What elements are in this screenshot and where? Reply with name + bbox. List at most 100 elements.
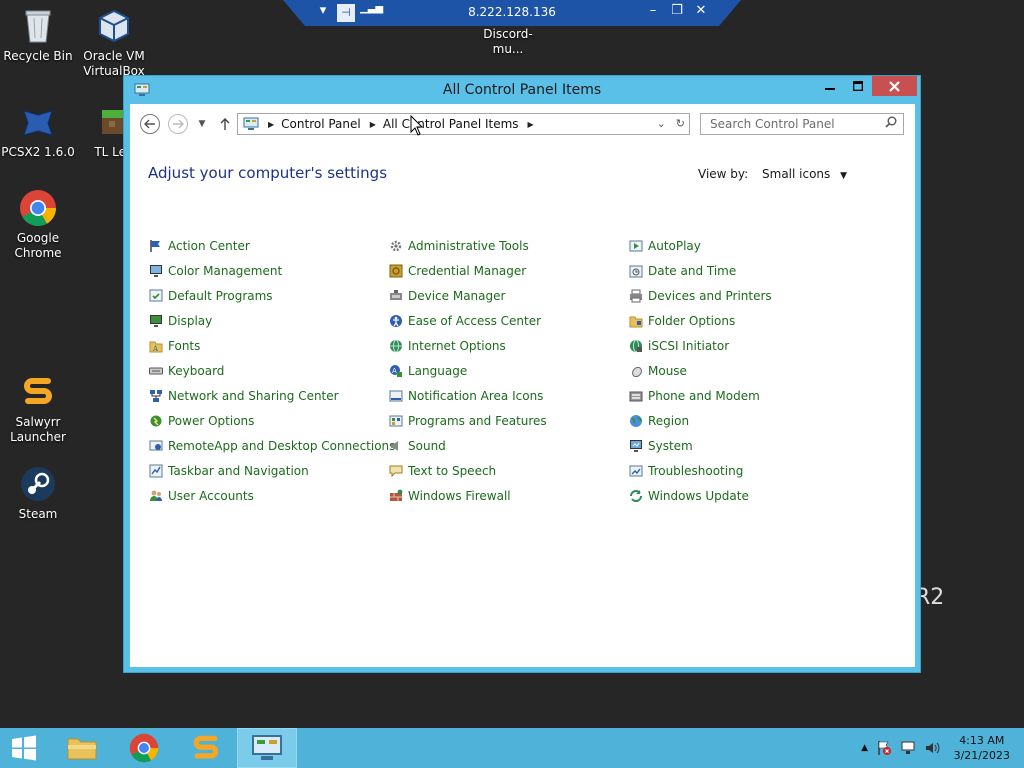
view-by-dropdown[interactable]: Small icons [762,167,830,181]
breadcrumb-separator-icon[interactable]: ▶ [528,120,534,129]
desktop-icon-chrome[interactable]: Google Chrome [0,188,76,261]
region-globe-icon [628,413,644,429]
cp-item-language[interactable]: A Language [388,358,547,383]
pcsx2-icon [18,102,58,142]
back-button[interactable] [140,114,160,134]
cp-item-system[interactable]: System [628,433,772,458]
recent-locations-dropdown[interactable]: ▼ [192,114,212,134]
network-status-icon[interactable] [900,740,916,759]
cp-item-text-to-speech[interactable]: Text to Speech [388,458,547,483]
cp-item-folder-options[interactable]: Folder Options [628,308,772,333]
desktop-icon-recycle-bin[interactable]: Recycle Bin [0,6,76,64]
cp-item-label: Internet Options [408,338,506,353]
desktop-icon-virtualbox[interactable]: Oracle VM VirtualBox [76,6,152,79]
cp-item-devices-printers[interactable]: Devices and Printers [628,283,772,308]
cp-item-programs-features[interactable]: Programs and Features [388,408,547,433]
taskbar-salwyrr[interactable] [176,728,236,768]
cp-item-label: Default Programs [168,288,273,303]
desktop-icon-steam[interactable]: Steam [0,464,76,522]
iscsi-globe-icon [628,338,644,354]
system-monitor-icon [628,438,644,454]
rdp-minimize-button[interactable]: – [644,3,662,18]
cp-item-label: User Accounts [168,488,254,503]
admin-tools-icon [388,238,404,254]
device-manager-icon [388,288,404,304]
cp-item-keyboard[interactable]: Keyboard [148,358,395,383]
up-button[interactable] [215,114,235,134]
desktop-icon-salwyrr[interactable]: Salwyrr Launcher [0,372,76,445]
cp-item-action-center[interactable]: Action Center [148,233,395,258]
cp-item-power-options[interactable]: Power Options [148,408,395,433]
forward-button[interactable] [168,114,188,134]
minimize-button[interactable] [816,76,843,96]
cp-item-label: AutoPlay [648,238,701,253]
cp-item-internet-options[interactable]: Internet Options [388,333,547,358]
cp-item-credential-manager[interactable]: Credential Manager [388,258,547,283]
close-button[interactable] [872,76,917,96]
cp-item-label: Folder Options [648,313,736,328]
cp-item-notification-icons[interactable]: Notification Area Icons [388,383,547,408]
cp-item-user-accounts[interactable]: User Accounts [148,483,395,508]
cp-item-display[interactable]: Display [148,308,395,333]
refresh-icon[interactable]: ↻ [676,117,685,130]
desktop-icon-pcsx2[interactable]: PCSX2 1.6.0 [0,102,76,160]
breadcrumb-control-panel[interactable]: Control Panel [281,117,361,131]
address-bar[interactable]: ▶ Control Panel ▶ All Control Panel Item… [237,113,690,135]
cp-item-date-time[interactable]: Date and Time [628,258,772,283]
cp-item-region[interactable]: Region [628,408,772,433]
cp-item-color-management[interactable]: Color Management [148,258,395,283]
window-titlebar[interactable]: All Control Panel Items [124,76,920,104]
cp-item-remoteapp[interactable]: RemoteApp and Desktop Connections [148,433,395,458]
taskbar-clock[interactable]: 4:13 AM 3/21/2023 [954,733,1010,763]
programs-icon [388,413,404,429]
address-history-dropdown-icon[interactable]: ⌄ [657,117,666,130]
cp-item-label: Devices and Printers [648,288,772,303]
maximize-button[interactable] [844,76,871,96]
cp-item-label: Keyboard [168,363,225,378]
breadcrumb-separator-icon[interactable]: ▶ [370,120,376,129]
cp-item-phone-modem[interactable]: Phone and Modem [628,383,772,408]
speech-bubble-icon [388,463,404,479]
cp-item-windows-update[interactable]: Windows Update [628,483,772,508]
cp-item-iscsi-initiator[interactable]: iSCSI Initiator [628,333,772,358]
breadcrumb-separator-icon[interactable]: ▶ [268,120,274,129]
chevron-down-icon[interactable]: ▼ [840,171,847,181]
desktop-icon-label: Google Chrome [14,231,62,260]
window-content: ▼ ▶ Control Panel ▶ All Control Panel It… [130,104,915,667]
taskbar-chrome[interactable] [114,728,174,768]
control-panel-icon [252,735,282,760]
taskbar-control-panel[interactable] [237,728,297,768]
rdp-restore-button[interactable]: ❐ [668,3,686,18]
search-input[interactable]: Search Control Panel [700,113,904,135]
cp-item-device-manager[interactable]: Device Manager [388,283,547,308]
volume-icon[interactable] [924,740,940,759]
cp-item-network-sharing[interactable]: Network and Sharing Center [148,383,395,408]
cp-item-label: Color Management [168,263,283,278]
rdp-connection-bar[interactable]: ▾ ⊣ ▁▃▅ 8.222.128.136 – ❐ ✕ [283,0,741,26]
cp-item-troubleshooting[interactable]: Troubleshooting [628,458,772,483]
cp-item-taskbar-navigation[interactable]: Taskbar and Navigation [148,458,395,483]
page-heading: Adjust your computer's settings [148,164,388,182]
salwyrr-icon [193,735,219,759]
rdp-close-button[interactable]: ✕ [692,3,710,18]
start-button[interactable] [0,728,48,768]
cp-item-administrative-tools[interactable]: Administrative Tools [388,233,547,258]
credential-vault-icon [388,263,404,279]
taskbar-file-explorer[interactable] [52,728,112,768]
cp-item-label: Network and Sharing Center [168,388,339,403]
cp-item-ease-of-access[interactable]: Ease of Access Center [388,308,547,333]
cp-item-mouse[interactable]: Mouse [628,358,772,383]
search-icon[interactable] [885,116,897,131]
show-hidden-icons-icon[interactable]: ▲ [861,740,868,759]
cp-item-autoplay[interactable]: AutoPlay [628,233,772,258]
monitor-color-icon [148,263,164,279]
action-center-flag-icon[interactable] [876,740,892,759]
cp-item-sound[interactable]: Sound [388,433,547,458]
cp-item-default-programs[interactable]: Default Programs [148,283,395,308]
steam-icon [18,464,58,504]
view-by-label: View by: [698,167,749,181]
cp-item-windows-firewall[interactable]: Windows Firewall [388,483,547,508]
mouse-icon [628,363,644,379]
breadcrumb-all-items[interactable]: All Control Panel Items [383,117,519,131]
cp-item-fonts[interactable]: A Fonts [148,333,395,358]
